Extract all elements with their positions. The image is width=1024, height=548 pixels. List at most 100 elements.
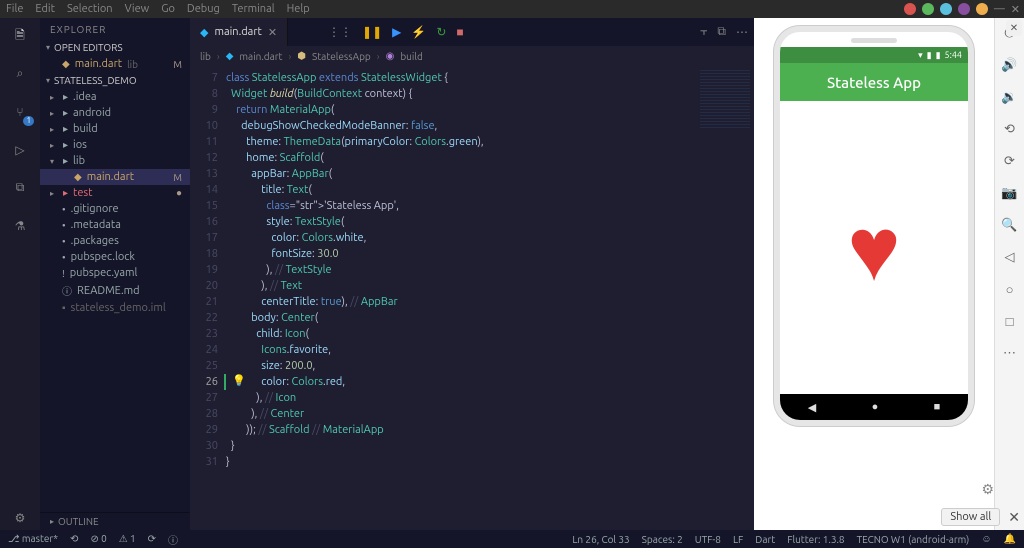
code-content[interactable]: class StatelessApp extends StatelessWidg… — [226, 66, 694, 530]
tray-dot[interactable] — [922, 3, 934, 15]
menu-help[interactable]: Help — [287, 3, 310, 15]
tree-item-label: ios — [73, 139, 87, 151]
lightbulb-icon[interactable]: 💡 — [232, 374, 246, 387]
more-icon[interactable]: ⋯ — [736, 25, 748, 39]
volume-up-icon[interactable]: 🔊 — [1001, 56, 1019, 74]
hot-reload-icon[interactable]: ⚡ — [411, 25, 426, 39]
cursor-position[interactable]: Ln 26, Col 33 — [572, 534, 629, 545]
explorer-icon[interactable]: 🗎 — [8, 24, 32, 48]
tree-item-lib[interactable]: ▾▸lib — [40, 153, 190, 169]
rotate-right-icon[interactable]: ⟳ — [1001, 152, 1019, 170]
tree-item-build[interactable]: ▸▸build — [40, 121, 190, 137]
open-editor-main-dart[interactable]: ◆ main.dart lib M — [40, 56, 190, 72]
zoom-icon[interactable]: 🔍 — [1001, 216, 1019, 234]
device-selector[interactable]: TECNO W1 (android-arm) — [857, 534, 970, 545]
indentation[interactable]: Spaces: 2 — [642, 534, 683, 545]
debug-icon[interactable]: ▷ — [8, 138, 32, 162]
rotate-left-icon[interactable]: ⟲ — [1001, 120, 1019, 138]
tray-close-icon[interactable]: ✕ — [1011, 3, 1020, 16]
menu-file[interactable]: File — [6, 3, 23, 15]
tray-dot[interactable] — [958, 3, 970, 15]
test-icon[interactable]: ⚗ — [8, 214, 32, 238]
editor-area: ◆ main.dart ✕ ⋮⋮ ❚❚ ▶ ⚡ ↻ ■ ⫟ ⧉ ⋯ lib› ◆… — [190, 18, 754, 530]
crumb-class[interactable]: StatelessApp — [312, 51, 371, 62]
menu-edit[interactable]: Edit — [35, 3, 55, 15]
menu-go[interactable]: Go — [161, 3, 175, 15]
errors-indicator[interactable]: ⊘ 0 — [90, 533, 106, 545]
tree-item-pubspec-lock[interactable]: •pubspec.lock — [40, 249, 190, 265]
source-control-icon[interactable]: ⑂1 — [8, 100, 32, 124]
crumb-folder[interactable]: lib — [200, 51, 211, 62]
back-button-icon[interactable]: ◁ — [1001, 248, 1019, 266]
eol[interactable]: LF — [733, 534, 743, 545]
wifi-icon: ▾ — [918, 50, 923, 61]
tray-dot[interactable] — [940, 3, 952, 15]
search-icon[interactable]: ⌕ — [8, 62, 32, 86]
tray-dot[interactable] — [976, 3, 988, 15]
tree-item-label: .metadata — [71, 219, 121, 231]
open-editors-header[interactable]: OPEN EDITORS — [40, 39, 190, 56]
minimap[interactable] — [694, 66, 754, 530]
tree-item-label: pubspec.lock — [71, 251, 135, 263]
menu-selection[interactable]: Selection — [67, 3, 113, 15]
emulator-close-icon[interactable]: ✕ — [1006, 20, 1022, 36]
outline-header[interactable]: OUTLINE — [40, 512, 190, 530]
emulator-settings-icon[interactable]: ⚙ — [981, 481, 994, 498]
branch-indicator[interactable]: ⎇ master* — [8, 533, 58, 545]
overview-button-icon[interactable]: □ — [1001, 312, 1019, 330]
back-icon[interactable]: ◀ — [808, 401, 816, 414]
info-icon[interactable]: ⓘ — [168, 532, 178, 547]
menu-debug[interactable]: Debug — [187, 3, 220, 15]
tree-item-label: pubspec.yaml — [70, 267, 138, 279]
compare-icon[interactable]: ⫟ — [700, 25, 707, 39]
tree-item-README-md[interactable]: ⓘREADME.md — [40, 281, 190, 300]
md-icon: ⓘ — [62, 283, 72, 298]
crumb-file[interactable]: main.dart — [239, 51, 282, 62]
breadcrumb[interactable]: lib› ◆main.dart› ⬢StatelessApp› ◉build — [190, 46, 754, 66]
tree-item-test[interactable]: ▸▸test● — [40, 185, 190, 201]
tree-item--idea[interactable]: ▸▸.idea — [40, 89, 190, 105]
home-icon[interactable]: ● — [872, 401, 879, 413]
pause-icon[interactable]: ❚❚ — [362, 25, 382, 39]
continue-icon[interactable]: ▶ — [392, 25, 401, 39]
analyzer-icon[interactable]: ⟳ — [148, 533, 156, 545]
tree-item-pubspec-yaml[interactable]: !pubspec.yaml — [40, 265, 190, 281]
volume-down-icon[interactable]: 🔉 — [1001, 88, 1019, 106]
tree-item--metadata[interactable]: •.metadata — [40, 217, 190, 233]
warnings-indicator[interactable]: ⚠ 1 — [119, 533, 136, 545]
encoding[interactable]: UTF-8 — [695, 534, 721, 545]
stop-icon[interactable]: ■ — [456, 25, 463, 39]
sync-icon[interactable]: ⟲ — [70, 533, 78, 545]
tree-item--packages[interactable]: •.packages — [40, 233, 190, 249]
tree-item-main-dart[interactable]: ◆main.dartM — [40, 169, 190, 185]
show-all-button[interactable]: Show all — [941, 508, 1000, 526]
notifications-icon[interactable]: 🔔 — [1004, 533, 1016, 545]
more-options-icon[interactable]: ⋯ — [1001, 344, 1019, 362]
home-button-icon[interactable]: ○ — [1001, 280, 1019, 298]
crumb-method[interactable]: build — [400, 51, 422, 62]
tray-dot[interactable] — [904, 3, 916, 15]
screenshot-icon[interactable]: 📷 — [1001, 184, 1019, 202]
tray-minimize-icon[interactable]: — — [994, 3, 1005, 15]
drag-handle-icon[interactable]: ⋮⋮ — [328, 25, 352, 39]
close-icon[interactable]: ✕ — [268, 26, 277, 39]
tab-main-dart[interactable]: ◆ main.dart ✕ — [190, 18, 288, 46]
tree-item-android[interactable]: ▸▸android — [40, 105, 190, 121]
flutter-version[interactable]: Flutter: 1.3.8 — [787, 534, 844, 545]
tree-item-ios[interactable]: ▸▸ios — [40, 137, 190, 153]
code-editor[interactable]: 7891011121314151617181920212223242526272… — [190, 66, 754, 530]
split-editor-icon[interactable]: ⧉ — [717, 25, 726, 39]
project-header[interactable]: STATELESS_DEMO — [40, 72, 190, 89]
menu-view[interactable]: View — [125, 3, 150, 15]
line-gutter: 7891011121314151617181920212223242526272… — [190, 66, 226, 530]
dismiss-icon[interactable]: ✕ — [1008, 509, 1020, 526]
feedback-icon[interactable]: ☺ — [981, 533, 991, 545]
tree-item-stateless_demo-iml[interactable]: ▪stateless_demo.iml — [40, 300, 190, 316]
tree-item--gitignore[interactable]: •.gitignore — [40, 201, 190, 217]
settings-gear-icon[interactable]: ⚙ — [8, 506, 32, 530]
language-mode[interactable]: Dart — [755, 534, 775, 545]
extensions-icon[interactable]: ⧉ — [8, 176, 32, 200]
restart-icon[interactable]: ↻ — [436, 25, 446, 39]
recents-icon[interactable]: ■ — [934, 401, 941, 413]
menu-terminal[interactable]: Terminal — [232, 3, 275, 15]
